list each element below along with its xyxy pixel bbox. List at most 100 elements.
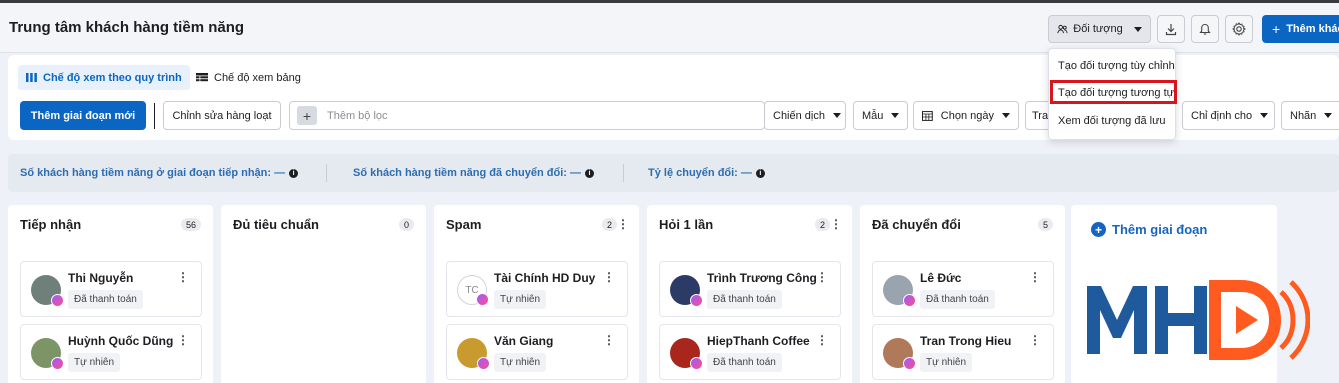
lead-card[interactable]: TC Tài Chính HD Duy Tự nhiên ⋮ [446, 261, 628, 317]
lead-card[interactable]: Văn Giang Tự nhiên ⋮ [446, 324, 628, 380]
people-icon [1057, 24, 1068, 33]
label-dropdown-label: Nhãn [1290, 109, 1317, 122]
avatar [31, 338, 64, 370]
messenger-icon [51, 294, 64, 307]
lead-source-tag: Đã thanh toán [920, 290, 995, 309]
lead-name: Lê Đức [920, 271, 962, 285]
lead-source-tag: Đã thanh toán [707, 353, 782, 372]
bell-icon [1199, 23, 1211, 35]
avatar [457, 338, 490, 370]
tab-pipeline-view[interactable]: Chế độ xem theo quy trình [18, 65, 190, 90]
chevron-down-icon [1133, 26, 1142, 32]
column-count: 56 [180, 218, 201, 231]
more-options-icon[interactable]: ⋮ [177, 270, 189, 284]
page-title: Trung tâm khách hàng tiềm năng [9, 19, 245, 36]
date-label: Chọn ngày [940, 109, 994, 122]
avatar: TC [457, 275, 489, 306]
download-button[interactable] [1157, 15, 1185, 43]
stage-column-da-chuyen-doi: Đã chuyển đổi 5 Lê Đức Đã thanh toán ⋮ T… [860, 205, 1065, 383]
page-header: Trung tâm khách hàng tiềm năng Đối tượng… [0, 3, 1339, 53]
stat-converted: Số khách hàng tiềm năng đã chuyển đổi: —… [353, 167, 594, 179]
add-filter-plus-icon[interactable]: + [297, 106, 317, 125]
lead-card[interactable]: Tran Trong Hieu Tự nhiên ⋮ [872, 324, 1054, 380]
assign-dropdown[interactable]: Chỉ định cho [1182, 101, 1275, 130]
lead-name: Thi Nguyễn [68, 271, 134, 285]
lead-name: Trình Trương Công [707, 271, 817, 285]
plus-circle-icon: + [1091, 222, 1106, 237]
lead-card[interactable]: Huỳnh Quốc Dũng Tự nhiên ⋮ [20, 324, 202, 380]
more-options-icon[interactable]: ⋮ [603, 270, 615, 284]
filter-input[interactable]: + Thêm bộ lọc [289, 101, 765, 130]
table-icon [196, 73, 208, 82]
info-icon[interactable]: i [289, 168, 299, 178]
more-options-icon[interactable]: ⋮ [1029, 333, 1041, 347]
menu-item-view-saved-audiences[interactable]: Xem đối tượng đã lưu [1058, 115, 1166, 127]
bulk-edit-button[interactable]: Chỉnh sửa hàng loạt [163, 101, 281, 130]
column-count: 0 [398, 218, 414, 231]
lead-name: Tài Chính HD Duy [494, 271, 596, 285]
messenger-icon [477, 357, 490, 370]
column-more-icon[interactable]: ⋮ [830, 217, 842, 231]
lead-source-tag: Đã thanh toán [707, 290, 782, 309]
messenger-icon [690, 294, 703, 307]
lead-source-tag: Tự nhiên [494, 290, 547, 309]
column-title: Tiếp nhận [20, 217, 82, 232]
avatar [883, 338, 916, 370]
more-options-icon[interactable]: ⋮ [177, 333, 189, 347]
assign-label: Chỉ định cho [1191, 109, 1253, 122]
lead-card[interactable]: Trình Trương Công Đã thanh toán ⋮ [659, 261, 841, 317]
audience-button[interactable]: Đối tượng [1048, 15, 1151, 43]
add-stage-button[interactable]: + Thêm giai đoạn [1091, 222, 1207, 237]
lead-source-tag: Tự nhiên [494, 353, 547, 372]
lead-name: Huỳnh Quốc Dũng [68, 334, 174, 348]
lead-card[interactable]: Thi Nguyễn Đã thanh toán ⋮ [20, 261, 202, 317]
settings-button[interactable] [1225, 15, 1253, 43]
info-icon[interactable]: i [755, 168, 765, 178]
stat-rate-text: Tỷ lệ chuyển đổi: — [648, 167, 752, 179]
info-icon[interactable]: i [584, 168, 594, 178]
messenger-icon [476, 293, 489, 306]
tab-table-view[interactable]: Chế độ xem bảng [188, 65, 309, 90]
notification-button[interactable] [1191, 15, 1219, 43]
form-label: Mẫu [862, 109, 884, 122]
chevron-down-icon [1002, 113, 1010, 118]
stat-divider [326, 164, 327, 182]
messenger-icon [690, 357, 703, 370]
stage-column-tiep-nhan: Tiếp nhận 56 Thi Nguyễn Đã thanh toán ⋮ … [8, 205, 213, 383]
stage-column-spam: Spam 2 ⋮ TC Tài Chính HD Duy Tự nhiên ⋮ … [434, 205, 639, 383]
gear-icon [1232, 22, 1246, 36]
column-more-icon[interactable]: ⋮ [617, 217, 629, 231]
column-count: 2 [814, 218, 830, 231]
form-dropdown[interactable]: Mẫu [853, 101, 908, 130]
calendar-icon [922, 111, 933, 121]
plus-icon: + [1272, 21, 1281, 37]
more-options-icon[interactable]: ⋮ [1029, 270, 1041, 284]
more-options-icon[interactable]: ⋮ [816, 270, 828, 284]
lead-name: Văn Giang [494, 334, 554, 348]
stat-converted-text: Số khách hàng tiềm năng đã chuyển đổi: — [353, 167, 581, 179]
stage-column-du-tieu-chuan: Đủ tiêu chuẩn 0 [221, 205, 426, 383]
toolbar-divider [154, 103, 155, 129]
lead-card[interactable]: Lê Đức Đã thanh toán ⋮ [872, 261, 1054, 317]
campaign-dropdown[interactable]: Chiến dịch [764, 101, 846, 130]
add-new-button[interactable]: + Thêm khác [1262, 15, 1339, 43]
lead-card[interactable]: HiepThanh Coffee Đã thanh toán ⋮ [659, 324, 841, 380]
lead-name: HiepThanh Coffee [707, 334, 810, 348]
chevron-down-icon [891, 113, 900, 118]
label-dropdown[interactable]: Nhãn [1281, 101, 1339, 130]
columns-icon [26, 73, 37, 82]
date-picker[interactable]: Chọn ngày [913, 101, 1019, 130]
add-new-stage-button[interactable]: Thêm giai đoạn mới [20, 101, 146, 130]
messenger-icon [903, 294, 916, 307]
stat-intake: Số khách hàng tiềm năng ở giai đoạn tiếp… [20, 167, 299, 179]
add-new-label: Thêm khác [1286, 23, 1339, 35]
more-options-icon[interactable]: ⋮ [816, 333, 828, 347]
tab-pipeline-label: Chế độ xem theo quy trình [43, 71, 182, 84]
stats-bar: Số khách hàng tiềm năng ở giai đoạn tiếp… [8, 154, 1339, 192]
menu-item-create-custom-audience[interactable]: Tạo đối tượng tùy chỉnh [1058, 60, 1175, 72]
chevron-down-icon [1324, 113, 1333, 118]
more-options-icon[interactable]: ⋮ [603, 333, 615, 347]
messenger-icon [903, 357, 916, 370]
column-title: Đã chuyển đổi [872, 217, 961, 232]
chevron-down-icon [1260, 113, 1269, 118]
